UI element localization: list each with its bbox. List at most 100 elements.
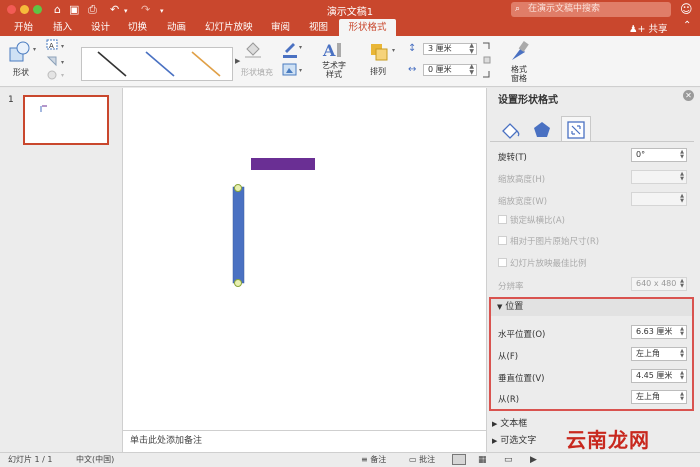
rotation-value: 0° [636, 150, 646, 159]
share-label: 共享 [648, 24, 668, 35]
shape-height-value: 3 厘米 [428, 44, 452, 53]
best-scale-checkbox[interactable] [498, 258, 507, 267]
tab-shape-format[interactable]: 形状格式 [339, 19, 396, 36]
pane-title: 设置形状格式 [498, 95, 558, 106]
insert-shapes-icon[interactable] [8, 40, 34, 66]
shape-fill-icon[interactable] [243, 39, 265, 59]
comments-button[interactable]: ▭ 批注 [409, 453, 435, 467]
shape-width-value: 0 厘米 [428, 65, 452, 74]
wordart-label: 艺术字 样式 [322, 61, 346, 79]
chevron-down-icon[interactable]: ▾ [299, 67, 302, 74]
shape-styles-gallery[interactable] [81, 47, 233, 81]
style-line-blue [145, 51, 175, 77]
close-icon[interactable]: ✕ [683, 90, 694, 101]
lock-size-icon[interactable] [481, 41, 493, 81]
rotation-input[interactable]: 0° ▲ ▼ [631, 148, 687, 162]
language-indicator[interactable]: 中文(中国) [76, 453, 114, 467]
chevron-down-icon[interactable]: ▾ [392, 47, 395, 54]
search-placeholder: 在演示文稿中搜索 [528, 4, 601, 14]
slide-sorter-icon[interactable]: ▦ [478, 453, 487, 467]
line-styles [97, 51, 221, 77]
svg-text:A: A [322, 41, 336, 60]
notes-field[interactable]: 单击此处添加备注 [123, 430, 486, 452]
notes-button[interactable]: ≡ 备注 [361, 453, 386, 467]
alt-text-section-header[interactable]: ▶ 可选文字 [492, 433, 536, 446]
resolution-value: 640 x 480 [636, 279, 677, 288]
relative-size-label: 相对于图片原始尺寸(R) [510, 237, 600, 247]
tab-size-properties[interactable] [561, 116, 591, 142]
edit-shape-icons: A ▾ ▾ ▾ [46, 39, 64, 80]
scale-height-input[interactable]: ▲ ▼ [631, 170, 687, 184]
width-icon: ↔ [408, 64, 417, 75]
tab-slideshow[interactable]: 幻灯片放映 [205, 21, 253, 34]
stepper-icon: ▲ ▼ [680, 193, 684, 204]
notes-button-label: 备注 [370, 455, 387, 464]
style-line-orange [191, 51, 221, 77]
lock-aspect-label: 锁定纵横比(A) [510, 216, 565, 226]
notes-icon: ≡ [361, 455, 368, 464]
tab-effects[interactable] [528, 117, 556, 141]
stepper-icon[interactable]: ▲ ▼ [469, 43, 474, 55]
stepper-icon[interactable]: ▲ ▼ [680, 150, 684, 160]
scale-width-input[interactable]: ▲ ▼ [631, 192, 687, 206]
slide-counter: 幻灯片 1 / 1 [8, 455, 53, 464]
reading-view-icon[interactable]: ▭ [504, 453, 513, 467]
feedback-smiley-icon[interactable]: ☺ [680, 2, 693, 16]
stepper-icon: ▲ ▼ [680, 278, 684, 289]
selection-handle-bottom [234, 279, 242, 287]
arrange-icon[interactable] [368, 41, 392, 63]
shape-height-input[interactable]: 3 厘米 ▲ ▼ [423, 43, 477, 55]
slide-shapes [232, 158, 315, 287]
format-pane-icon[interactable] [509, 40, 531, 64]
selection-handle-top [234, 184, 242, 192]
wordart-icon[interactable]: A [320, 39, 344, 61]
pentagon-icon [534, 122, 550, 137]
collapse-ribbon-icon[interactable]: ⌃ [683, 20, 691, 31]
position-highlight-box [489, 297, 694, 411]
size-properties-icon [567, 121, 585, 139]
shape-width-input[interactable]: 0 厘米 ▲ ▼ [423, 64, 477, 76]
lock-aspect-checkbox[interactable] [498, 215, 507, 224]
textbox-section-header[interactable]: ▶ 文本框 [492, 416, 527, 429]
stepper-icon[interactable]: ▲ ▼ [469, 64, 474, 76]
share-button[interactable]: ♟+ 共享 [629, 21, 668, 35]
comment-icon: ▭ [409, 455, 417, 464]
tab-fill-line[interactable] [497, 117, 525, 141]
chevron-down-icon[interactable]: ▾ [33, 46, 36, 53]
tab-home[interactable]: 开始 [14, 21, 33, 34]
rotation-label: 旋转(T) [498, 153, 527, 163]
status-bar: 幻灯片 1 / 1 中文(中国) ≡ 备注 ▭ 批注 ▦ ▭ ▶ [0, 452, 700, 467]
alt-text-section-label: 可选文字 [500, 436, 537, 446]
tab-animations[interactable]: 动画 [167, 21, 186, 34]
chevron-right-icon: ▶ [492, 420, 498, 428]
shape-label: 形状 [13, 68, 29, 77]
resolution-select[interactable]: 640 x 480 ▲ ▼ [631, 277, 687, 291]
best-scale-label: 幻灯片放映最佳比例 [510, 259, 587, 269]
purple-bar-shape [251, 158, 315, 170]
scale-height-label: 缩放高度(H) [498, 175, 546, 185]
scale-width-label: 缩放宽度(W) [498, 197, 548, 207]
svg-text:A: A [49, 42, 54, 50]
blue-bar-shape [232, 186, 245, 284]
format-pane-label: 格式 窗格 [511, 65, 527, 83]
svg-text:▾: ▾ [61, 43, 64, 50]
thumbnail-preview [40, 105, 47, 112]
tab-review[interactable]: 审阅 [271, 21, 290, 34]
chevron-down-icon[interactable]: ▾ [299, 44, 302, 51]
slide-thumbnail[interactable] [23, 95, 109, 145]
tab-transitions[interactable]: 切换 [128, 21, 147, 34]
tab-view[interactable]: 视图 [309, 21, 328, 34]
pane-tab-divider [490, 141, 694, 142]
gallery-more-icon[interactable]: ▶ [235, 57, 240, 65]
paint-bucket-icon [502, 123, 520, 139]
tab-insert[interactable]: 插入 [53, 21, 72, 34]
svg-text:▾: ▾ [61, 72, 64, 79]
search-input[interactable]: ⌕ 在演示文稿中搜索 [511, 2, 671, 17]
title-bar: ⌂ ▣ ⎙ ↶ ▾ ↷ ▾ 演示文稿1 ⌕ 在演示文稿中搜索 ☺ [0, 0, 700, 19]
tab-design[interactable]: 设计 [91, 21, 110, 34]
normal-view-icon[interactable] [452, 454, 466, 465]
arrange-label: 排列 [370, 67, 386, 76]
relative-size-checkbox[interactable] [498, 236, 507, 245]
svg-text:▾: ▾ [61, 59, 64, 66]
slideshow-icon[interactable]: ▶ [530, 453, 537, 467]
